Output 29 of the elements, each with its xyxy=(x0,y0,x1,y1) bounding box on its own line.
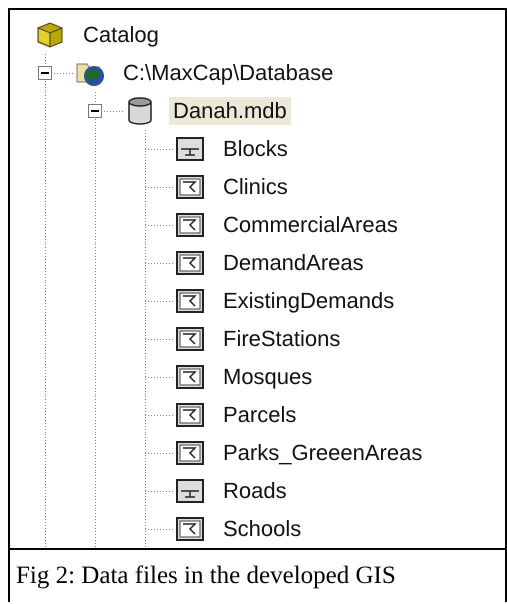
catalog-icon xyxy=(35,20,65,50)
polygon-layer-icon xyxy=(175,248,205,278)
tree-item[interactable]: Danah.mdb xyxy=(169,97,291,125)
figure-caption: Fig 2: Data files in the developed GIS xyxy=(10,548,505,602)
tree-item[interactable]: ExistingDemands xyxy=(219,287,398,315)
tree-item[interactable]: DemandAreas xyxy=(219,249,368,277)
polygon-layer-icon xyxy=(175,172,205,202)
tree-item[interactable]: CommercialAreas xyxy=(219,211,402,239)
tree-item[interactable]: Catalog xyxy=(79,21,163,49)
tree-item[interactable]: Schools xyxy=(219,515,306,543)
line-layer-icon xyxy=(175,476,205,506)
tree-item[interactable]: Clinics xyxy=(219,173,292,201)
line-layer-icon xyxy=(175,134,205,164)
polygon-layer-icon xyxy=(175,210,205,240)
tree-item[interactable]: C:\MaxCap\Database xyxy=(119,59,338,87)
collapse-toggle[interactable] xyxy=(38,66,52,80)
tree-item[interactable]: Parks_GreeenAreas xyxy=(219,439,426,467)
collapse-toggle[interactable] xyxy=(88,104,102,118)
tree-item[interactable]: FireStations xyxy=(219,325,344,353)
tree-item[interactable]: Parcels xyxy=(219,401,300,429)
polygon-layer-icon xyxy=(175,438,205,468)
polygon-layer-icon xyxy=(175,400,205,430)
polygon-layer-icon xyxy=(175,324,205,354)
polygon-layer-icon xyxy=(175,362,205,392)
polygon-layer-icon xyxy=(175,514,205,544)
tree-item[interactable]: Roads xyxy=(219,477,291,505)
tree-item[interactable]: Mosques xyxy=(219,363,316,391)
polygon-layer-icon xyxy=(175,286,205,316)
tree-item[interactable]: Blocks xyxy=(219,135,292,163)
